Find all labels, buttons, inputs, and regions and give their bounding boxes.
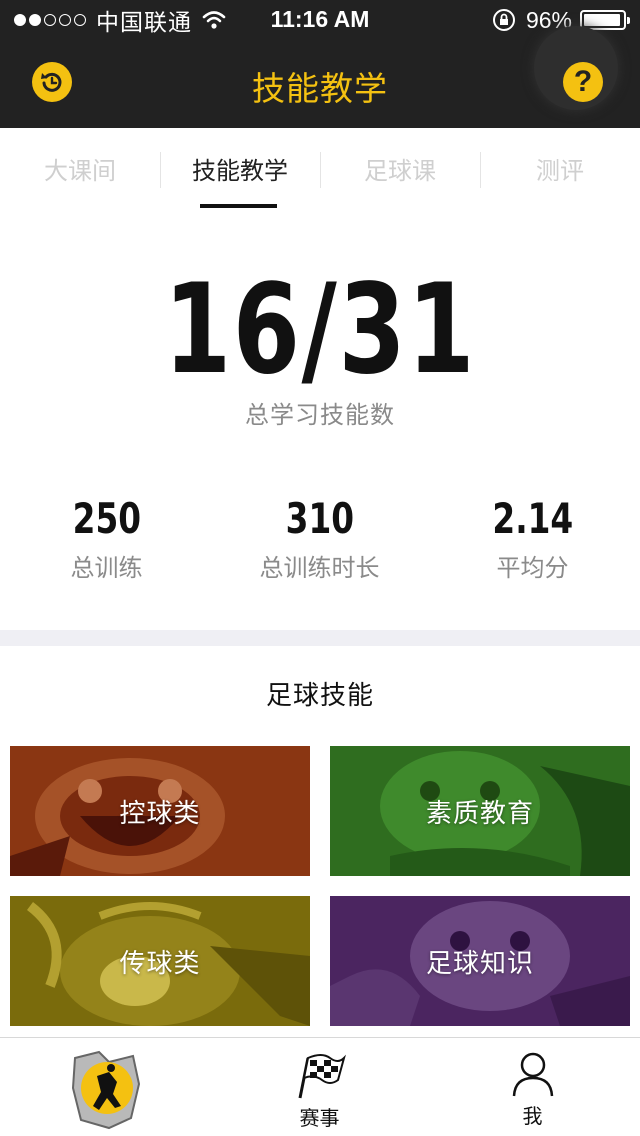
help-button[interactable]: ? <box>563 62 603 102</box>
stat-value: 250 <box>72 494 141 543</box>
tabbar-label: 赛事 <box>299 1106 340 1130</box>
bottom-tab-bar: 赛事 我 <box>0 1037 640 1136</box>
tab-football-class[interactable]: 足球课 <box>320 128 480 208</box>
stat-label: 总训练时长 <box>259 554 380 583</box>
card-label: 素质教育 <box>425 798 534 829</box>
tabbar-label: 我 <box>522 1104 543 1128</box>
stat-label: 平均分 <box>496 554 569 583</box>
stat-value: 310 <box>285 494 354 543</box>
tabbar-me[interactable]: 我 <box>426 1038 639 1136</box>
battery-level-fill <box>584 14 621 26</box>
card-label: 控球类 <box>119 798 201 829</box>
tabbar-matches[interactable]: 赛事 <box>213 1038 426 1136</box>
card-label: 足球知识 <box>425 948 534 979</box>
section-title: 足球技能 <box>265 681 374 711</box>
tab-label: 大课间 <box>44 156 116 185</box>
skills-learned-count: 16/31 <box>163 258 477 402</box>
checkered-flag-icon <box>298 1054 346 1099</box>
page-title: 技能教学 <box>252 69 388 108</box>
stat-total-duration: 310 总训练时长 <box>213 494 426 583</box>
card-quality-education[interactable]: 素质教育 <box>330 746 630 876</box>
nav-bar: 技能教学 ? <box>0 26 640 128</box>
tab-assessment[interactable]: 测评 <box>480 128 640 208</box>
tab-label: 测评 <box>536 156 584 185</box>
tab-label: 技能教学 <box>192 156 288 185</box>
status-bar: 中国联通 11:16 AM 96% <box>0 0 640 40</box>
skills-learned-label: 总学习技能数 <box>245 401 395 429</box>
player-badge-icon <box>71 1050 140 1130</box>
card-passing[interactable]: 传球类 <box>10 896 310 1026</box>
section-divider <box>0 630 640 646</box>
tabbar-home[interactable] <box>0 1038 213 1136</box>
stat-label: 总训练 <box>70 554 143 583</box>
tab-bar: 大课间 技能教学 足球课 测评 <box>0 128 640 208</box>
person-icon <box>512 1052 553 1097</box>
card-label: 传球类 <box>119 948 201 979</box>
active-tab-indicator <box>200 204 277 208</box>
rotation-lock-icon <box>492 9 515 31</box>
stat-total-training: 250 总训练 <box>0 494 213 583</box>
card-football-knowledge[interactable]: 足球知识 <box>330 896 630 1026</box>
tab-break-time[interactable]: 大课间 <box>0 128 160 208</box>
help-icon: ? <box>573 65 593 98</box>
card-ball-control[interactable]: 控球类 <box>10 746 310 876</box>
stat-average-score: 2.14 平均分 <box>426 494 639 583</box>
tab-skill-teaching[interactable]: 技能教学 <box>160 128 320 208</box>
tab-label: 足球课 <box>364 156 436 185</box>
app-header: 中国联通 11:16 AM 96% 技能教学 ? <box>0 0 640 128</box>
stat-value: 2.14 <box>492 494 573 543</box>
